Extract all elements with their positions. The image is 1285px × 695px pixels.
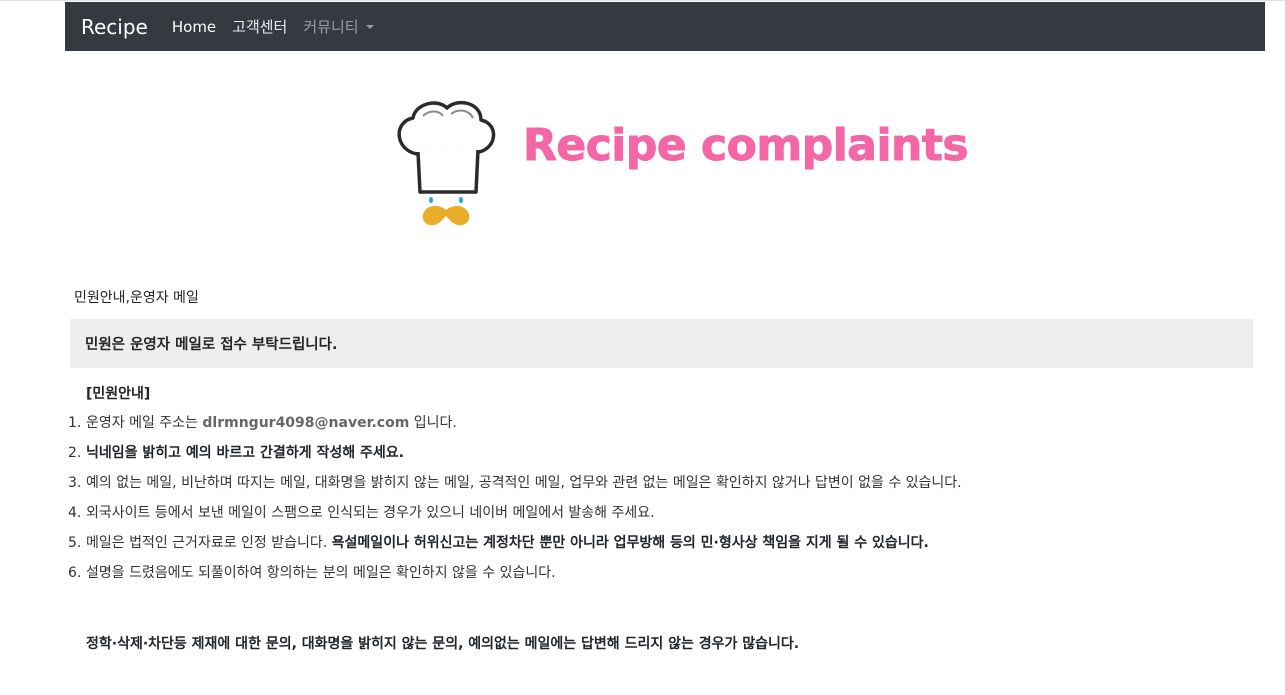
- rule-text: 설명을 드렸음에도 되풀이하여 항의하는 분의 메일은 확인하지 않을 수 있습…: [86, 565, 556, 581]
- rule-text: 메일은 법적인 근거자료로 인정 받습니다.: [86, 535, 332, 551]
- navbar: Recipe Home 고객센터 커뮤니티: [65, 2, 1265, 51]
- list-item: 5. 메일은 법적인 근거자료로 인정 받습니다. 욕설메일이나 허위신고는 계…: [0, 532, 962, 562]
- nav-link-home[interactable]: Home: [172, 18, 216, 36]
- nav-link-customer-center[interactable]: 고객센터: [232, 16, 287, 37]
- top-border: [0, 0, 1285, 1]
- chef-hat-mustache-icon: [397, 100, 496, 226]
- rule-text: 외국사이트 등에서 보낸 메일이 스팸으로 인식되는 경우가 있으니 네이버 메…: [86, 505, 655, 521]
- list-item: 4. 외국사이트 등에서 보낸 메일이 스팸으로 인식되는 경우가 있으니 네이…: [0, 502, 962, 532]
- rules-list: 1. 운영자 메일 주소는 dlrmngur4098@naver.com 입니다…: [0, 412, 962, 592]
- nav-dropdown-community[interactable]: 커뮤니티: [303, 16, 374, 37]
- rule-text-bold: 닉네임을 밝히고 예의 바르고 간결하게 작성해 주세요.: [86, 445, 404, 461]
- list-number: 5.: [68, 535, 82, 551]
- notice-box: 민원은 운영자 메일로 접수 부탁드립니다.: [70, 319, 1253, 368]
- list-item: 6. 설명을 드렸음에도 되풀이하여 항의하는 분의 메일은 확인하지 않을 수…: [0, 562, 962, 592]
- list-number: 3.: [68, 475, 82, 491]
- rule-text: 운영자 메일 주소는: [86, 415, 203, 431]
- list-number: 1.: [68, 415, 82, 431]
- page-logo: Recipe complaints: [385, 92, 975, 237]
- rule-text: 입니다.: [409, 415, 457, 431]
- section-label: 민원안내,운영자 메일: [74, 290, 199, 306]
- list-item: 1. 운영자 메일 주소는 dlrmngur4098@naver.com 입니다…: [0, 412, 962, 442]
- list-number: 2.: [68, 445, 82, 461]
- list-number: 6.: [68, 565, 82, 581]
- rule-text: 예의 없는 메일, 비난하며 따지는 메일, 대화명을 밝히지 않는 메일, 공…: [86, 475, 962, 491]
- list-item: 3. 예의 없는 메일, 비난하며 따지는 메일, 대화명을 밝히지 않는 메일…: [0, 472, 962, 502]
- navbar-brand[interactable]: Recipe: [81, 15, 148, 39]
- list-item: 2. 닉네임을 밝히고 예의 바르고 간결하게 작성해 주세요.: [0, 442, 962, 472]
- rule-text-bold: 욕설메일이나 허위신고는 계정차단 뿐만 아니라 업무방해 등의 민·형사상 책…: [331, 535, 929, 551]
- info-title: [민원안내]: [86, 386, 151, 402]
- notice-text: 민원은 운영자 메일로 접수 부탁드립니다.: [85, 337, 338, 353]
- list-number: 4.: [68, 505, 82, 521]
- footer-note: 정학·삭제·차단등 제재에 대한 문의, 대화명을 밝히지 않는 문의, 예의없…: [86, 636, 800, 652]
- logo-title: Recipe complaints: [522, 120, 969, 172]
- caret-down-icon: [365, 24, 374, 29]
- email-address: dlrmngur4098@naver.com: [202, 415, 410, 431]
- nav-dropdown-label: 커뮤니티: [303, 18, 359, 36]
